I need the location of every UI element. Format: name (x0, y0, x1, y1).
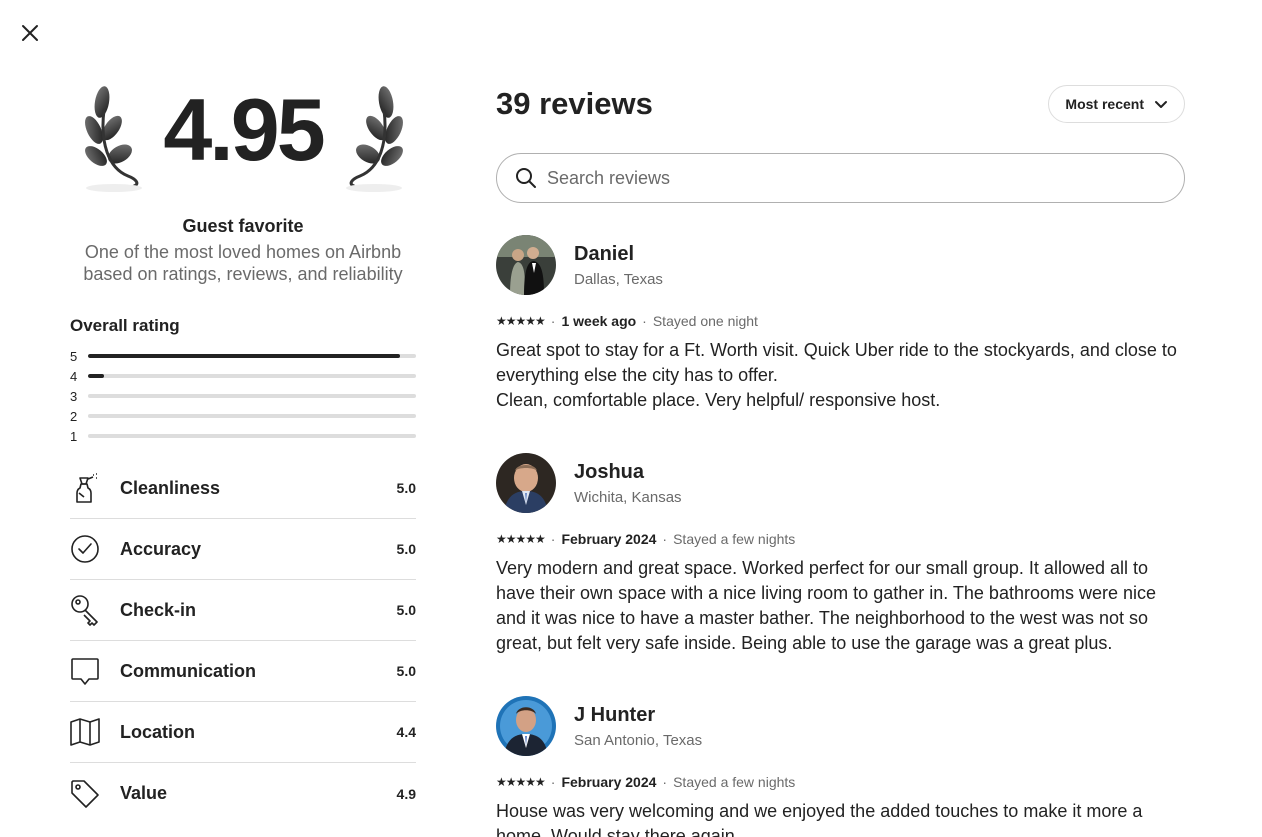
category-value: 4.4 (396, 724, 416, 740)
guest-favorite-title: Guest favorite (182, 216, 304, 236)
search-input[interactable] (547, 167, 1166, 189)
category-communication: Communication 5.0 (70, 641, 416, 702)
review-date: February 2024 (561, 774, 657, 790)
reviewer-name: J Hunter (574, 703, 656, 726)
star-rating-icon: ★★★★★ (496, 532, 546, 546)
category-label: Accuracy (120, 538, 202, 559)
speech-bubble-icon (70, 655, 100, 687)
rating-bar-label: 1 (70, 428, 78, 444)
category-label: Value (120, 783, 168, 803)
category-label: Check-in (120, 599, 197, 620)
rating-bar-label: 3 (70, 388, 78, 404)
review-date: 1 week ago (561, 313, 637, 329)
sort-label: Most recent (1065, 96, 1144, 112)
star-rating-icon: ★★★★★ (496, 775, 546, 789)
reviews-panel: 39 reviews Most recent Search reviews Da… (496, 78, 1185, 837)
category-label: Communication (120, 660, 257, 681)
rating-summary: 4.95 Guest favorite One of the most love… (70, 78, 416, 824)
rating-bar-row: 5 (70, 346, 416, 366)
rating-bar-row: 3 (70, 386, 416, 406)
close-icon (22, 25, 38, 41)
category-cleanliness: Cleanliness 5.0 (70, 458, 416, 519)
close-button[interactable] (14, 17, 46, 49)
review-item: J Hunter San Antonio, Texas ★★★★★ · Febr… (496, 696, 1185, 837)
review-text: Very modern and great space. Worked perf… (496, 558, 1157, 653)
reviews-header: 39 reviews Most recent (496, 78, 1185, 130)
rating-bar-fill (88, 354, 400, 358)
reviewer-location: Dallas, Texas (574, 270, 663, 288)
avatar[interactable] (496, 235, 556, 295)
reviewer-location: San Antonio, Texas (574, 731, 703, 749)
rating-bar-label: 4 (70, 368, 78, 384)
sort-dropdown[interactable]: Most recent (1048, 85, 1185, 123)
overall-rating-title: Overall rating (70, 316, 180, 335)
rating-bar-label: 5 (70, 348, 78, 364)
review-text: House was very welcoming and we enjoyed … (496, 801, 1143, 837)
check-circle-icon (70, 533, 100, 565)
review-meta: ★★★★★ · February 2024 · Stayed a few nig… (496, 531, 796, 547)
key-icon (70, 594, 100, 626)
rating-bar-fill (88, 374, 105, 378)
category-value: 5.0 (396, 602, 416, 618)
rating-bar-row: 4 (70, 366, 416, 386)
rating-bar-row: 1 (70, 426, 416, 446)
reviewer-name: Daniel (574, 242, 635, 265)
rating-bar-label: 2 (70, 408, 78, 424)
category-value: 5.0 (396, 541, 416, 557)
avatar[interactable] (496, 696, 556, 756)
category-ratings: Cleanliness 5.0 Accuracy 5.0 Check-in 5.… (70, 458, 416, 824)
category-accuracy: Accuracy 5.0 (70, 519, 416, 580)
review-stay: Stayed one night (652, 313, 758, 329)
category-value: 5.0 (396, 663, 416, 679)
category-label: Cleanliness (120, 477, 221, 498)
category-value: 4.9 (396, 785, 416, 802)
reviewer-location: Wichita, Kansas (574, 488, 682, 506)
chevron-down-icon (1155, 101, 1167, 108)
guest-favorite-hero: 4.95 (70, 78, 416, 208)
price-tag-icon (70, 778, 100, 810)
review-stay: Stayed a few nights (673, 774, 796, 790)
map-icon (70, 716, 100, 748)
search-icon (516, 168, 536, 188)
avatar[interactable] (496, 453, 556, 513)
review-item: Joshua Wichita, Kansas ★★★★★ · February … (496, 453, 1185, 656)
reviews-count: 39 reviews (496, 86, 653, 121)
rating-bar-row: 2 (70, 406, 416, 426)
rating-distribution: 5 4 3 2 1 (70, 346, 416, 446)
star-rating-icon: ★★★★★ (496, 314, 546, 328)
laurel-right-icon (346, 86, 403, 192)
reviewer-name: Joshua (574, 460, 645, 483)
category-value: Value 4.9 (70, 763, 416, 824)
review-text: Great spot to stay for a Ft. Worth visit… (496, 340, 1177, 410)
review-item: Daniel Dallas, Texas ★★★★★ · 1 week ago … (496, 235, 1185, 413)
category-check-in: Check-in 5.0 (70, 580, 416, 641)
search-bar[interactable] (496, 153, 1185, 203)
review-meta: ★★★★★ · 1 week ago · Stayed one night (496, 313, 758, 329)
guest-favorite-subtitle: One of the most loved homes on Airbnb ba… (83, 242, 403, 284)
category-value: 5.0 (396, 480, 416, 496)
spray-bottle-icon (70, 472, 100, 504)
review-date: February 2024 (561, 531, 657, 547)
category-label: Location (120, 721, 195, 742)
category-location: Location 4.4 (70, 702, 416, 763)
review-meta: ★★★★★ · February 2024 · Stayed a few nig… (496, 774, 796, 790)
review-stay: Stayed a few nights (673, 531, 796, 547)
